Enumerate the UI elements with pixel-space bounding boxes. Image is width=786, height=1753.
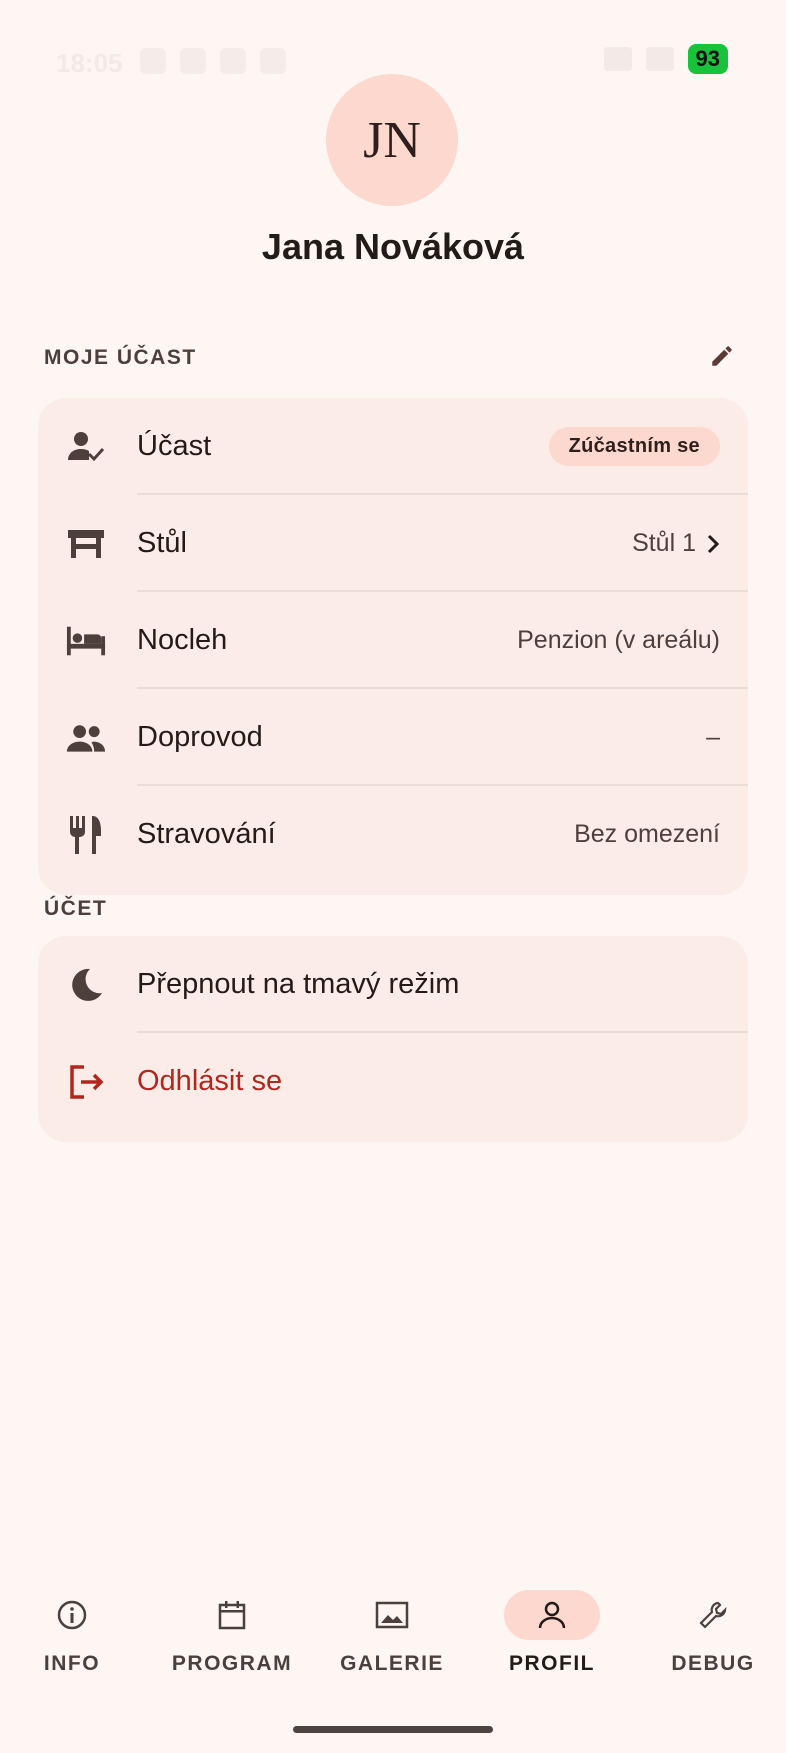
signal-icon [603, 47, 632, 71]
people-icon [66, 718, 106, 758]
avatar-initials: JN [363, 111, 421, 169]
participation-section-header: MOJE ÚČAST [44, 346, 197, 369]
logout-label: Odhlásit se [137, 1065, 283, 1097]
info-icon [57, 1600, 87, 1630]
calendar-icon [218, 1601, 246, 1630]
bottom-navigation: INFO PROGRAM GALERIE PROFIL DEBUG [0, 1576, 786, 1706]
status-badge: Zúčastním se [548, 427, 720, 466]
chevron-right-icon [707, 534, 720, 553]
wrench-icon [699, 1601, 727, 1629]
nav-label: GALERIE [340, 1652, 444, 1675]
row-attendance[interactable]: Účast Zúčastním se [38, 398, 748, 495]
account-card: Přepnout na tmavý režim Odhlásit se [38, 936, 748, 1142]
nav-item-program[interactable]: PROGRAM [157, 1590, 307, 1676]
notification-icon [180, 48, 206, 74]
notification-icon [260, 48, 286, 74]
nav-item-profile[interactable]: PROFIL [477, 1590, 627, 1676]
dark-mode-toggle[interactable]: Přepnout na tmavý režim [38, 936, 748, 1033]
row-label: Doprovod [137, 721, 263, 753]
pencil-icon [712, 346, 732, 366]
nav-label: INFO [43, 1652, 101, 1675]
row-accommodation[interactable]: Nocleh Penzion (v areálu) [38, 592, 748, 689]
attendance-value: Zúčastním se [548, 427, 720, 466]
moon-icon [66, 965, 106, 1005]
row-label: Účast [137, 430, 212, 462]
avatar: JN [326, 74, 458, 206]
row-companion[interactable]: Doprovod – [38, 689, 748, 786]
table-icon [66, 524, 106, 564]
row-label: Nocleh [137, 624, 228, 656]
restaurant-icon [66, 815, 106, 855]
status-time: 18:05 [56, 48, 123, 78]
battery-indicator: 93 [687, 44, 728, 74]
row-value: Penzion (v areálu) [517, 626, 720, 654]
row-label: Stůl [137, 527, 187, 559]
row-meals[interactable]: Stravování Bez omezení [38, 786, 748, 883]
logout-icon [66, 1062, 106, 1102]
edit-button[interactable] [706, 340, 738, 372]
row-label: Stravování [137, 818, 276, 850]
table-value: Stůl 1 [632, 529, 696, 557]
wifi-icon [645, 47, 674, 71]
nav-item-info[interactable]: INFO [0, 1590, 147, 1676]
person-check-icon [66, 427, 106, 467]
nav-label: PROFIL [509, 1652, 595, 1675]
notification-icon [220, 48, 246, 74]
row-value: Stůl 1 [632, 529, 720, 558]
nav-label: PROGRAM [171, 1652, 293, 1675]
account-section-header: ÚČET [44, 897, 108, 920]
bed-icon [66, 621, 106, 661]
notification-icons [140, 48, 286, 74]
person-icon [538, 1601, 566, 1629]
dark-mode-label: Přepnout na tmavý režim [137, 968, 460, 1000]
row-table[interactable]: Stůl Stůl 1 [38, 495, 748, 592]
participation-card: Účast Zúčastním se Stůl Stůl 1 Nocleh Pe… [38, 398, 748, 895]
user-name: Jana Nováková [261, 226, 525, 267]
logout-button[interactable]: Odhlásit se [38, 1033, 748, 1130]
nav-item-gallery[interactable]: GALERIE [317, 1590, 467, 1676]
row-value: Bez omezení [574, 820, 720, 848]
nav-item-debug[interactable]: DEBUG [638, 1590, 786, 1676]
nav-label: DEBUG [671, 1652, 755, 1675]
home-indicator[interactable] [293, 1726, 493, 1733]
image-icon [375, 1601, 409, 1629]
row-value: – [706, 723, 720, 751]
notification-icon [140, 48, 166, 74]
